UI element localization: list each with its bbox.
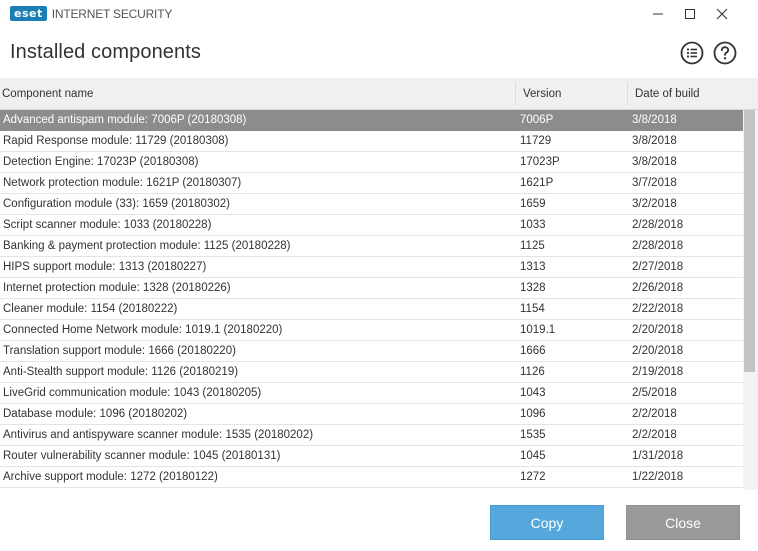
build-date-cell: 3/2/2018	[632, 198, 677, 210]
table-row[interactable]: LiveGrid communication module: 1043 (201…	[0, 383, 743, 404]
build-date-cell: 3/8/2018	[632, 135, 677, 147]
build-date-cell: 3/7/2018	[632, 177, 677, 189]
component-name-cell: Banking & payment protection module: 112…	[3, 240, 291, 252]
scrollbar-thumb[interactable]	[744, 110, 755, 372]
build-date-cell: 2/22/2018	[632, 303, 684, 315]
column-divider[interactable]	[515, 82, 516, 105]
component-name-cell: Database module: 1096 (20180202)	[3, 408, 188, 420]
column-divider[interactable]	[627, 82, 628, 105]
table-row[interactable]: Advanced antispam module: 7006P (2018030…	[0, 110, 743, 131]
table-row[interactable]: Router vulnerability scanner module: 104…	[0, 446, 743, 467]
build-date-cell: 2/2/2018	[632, 429, 677, 441]
component-name-cell: Script scanner module: 1033 (20180228)	[3, 219, 212, 231]
component-name-cell: Translation support module: 1666 (201802…	[3, 345, 236, 357]
version-cell: 17023P	[520, 156, 560, 168]
table-header: Component name Version Date of build	[0, 78, 758, 110]
title-bar: eset INTERNET SECURITY	[0, 0, 758, 28]
version-cell: 1659	[520, 198, 546, 210]
build-date-cell: 2/20/2018	[632, 345, 684, 357]
table-row[interactable]: Rapid Response module: 11729 (20180308) 1…	[0, 131, 743, 152]
close-icon	[716, 8, 728, 20]
component-name-cell: Connected Home Network module: 1019.1 (2…	[3, 324, 283, 336]
help-button[interactable]	[713, 41, 737, 65]
maximize-icon	[685, 9, 695, 19]
version-cell: 7006P	[520, 114, 554, 126]
build-date-cell: 2/28/2018	[632, 219, 684, 231]
column-header-version[interactable]: Version	[523, 88, 561, 100]
table-body: Advanced antispam module: 7006P (2018030…	[0, 110, 743, 488]
version-cell: 1621P	[520, 177, 554, 189]
version-cell: 1045	[520, 450, 546, 462]
version-cell: 1328	[520, 282, 546, 294]
vertical-scrollbar[interactable]	[743, 110, 758, 490]
version-cell: 1666	[520, 345, 546, 357]
column-header-name[interactable]: Component name	[2, 88, 93, 100]
product-name: INTERNET SECURITY	[51, 6, 173, 21]
component-name-cell: HIPS support module: 1313 (20180227)	[3, 261, 207, 273]
app-brand: eset INTERNET SECURITY	[10, 6, 172, 21]
version-cell: 1313	[520, 261, 546, 273]
version-cell: 1033	[520, 219, 546, 231]
build-date-cell: 2/19/2018	[632, 366, 684, 378]
component-name-cell: Internet protection module: 1328 (201802…	[3, 282, 231, 294]
table-row[interactable]: Internet protection module: 1328 (201802…	[0, 278, 743, 299]
table-row[interactable]: Configuration module (33): 1659 (2018030…	[0, 194, 743, 215]
version-cell: 1019.1	[520, 324, 556, 336]
version-cell: 1043	[520, 387, 546, 399]
table-row[interactable]: Cleaner module: 1154 (20180222) 1154 2/22/…	[0, 299, 743, 320]
build-date-cell: 2/27/2018	[632, 261, 684, 273]
close-window-button[interactable]	[707, 2, 737, 26]
page-title: Installed components	[10, 41, 202, 63]
version-cell: 1096	[520, 408, 546, 420]
build-date-cell: 2/20/2018	[632, 324, 684, 336]
table-row[interactable]: Connected Home Network module: 1019.1 (2…	[0, 320, 743, 341]
build-date-cell: 1/22/2018	[632, 471, 684, 483]
version-cell: 1272	[520, 471, 546, 483]
table-row[interactable]: Network protection module: 1621P (201803…	[0, 173, 743, 194]
maximize-button[interactable]	[675, 2, 705, 26]
build-date-cell: 2/5/2018	[632, 387, 677, 399]
build-date-cell: 3/8/2018	[632, 114, 677, 126]
component-name-cell: Router vulnerability scanner module: 104…	[3, 450, 281, 462]
list-icon	[680, 41, 704, 65]
version-cell: 11729	[520, 135, 552, 147]
component-name-cell: Antivirus and antispyware scanner module…	[3, 429, 314, 441]
component-name-cell: LiveGrid communication module: 1043 (201…	[3, 387, 262, 399]
component-name-cell: Advanced antispam module: 7006P (2018030…	[3, 114, 247, 126]
version-cell: 1154	[520, 303, 545, 315]
component-name-cell: Cleaner module: 1154 (20180222)	[3, 303, 178, 315]
table-row[interactable]: Anti-Stealth support module: 1126 (20180…	[0, 362, 743, 383]
table-row[interactable]: Detection Engine: 17023P (20180308) 17023…	[0, 152, 743, 173]
component-name-cell: Configuration module (33): 1659 (2018030…	[3, 198, 230, 210]
help-icon	[713, 41, 737, 65]
table-row[interactable]: HIPS support module: 1313 (20180227) 1313…	[0, 257, 743, 278]
build-date-cell: 2/26/2018	[632, 282, 684, 294]
build-date-cell: 3/8/2018	[632, 156, 677, 168]
table-row[interactable]: Script scanner module: 1033 (20180228) 10…	[0, 215, 743, 236]
eset-logo: eset	[10, 6, 47, 21]
list-view-button[interactable]	[680, 41, 704, 65]
component-name-cell: Rapid Response module: 11729 (20180308)	[3, 135, 229, 147]
close-button[interactable]: Close	[626, 505, 740, 540]
version-cell: 1125	[520, 240, 545, 252]
component-name-cell: Anti-Stealth support module: 1126 (20180…	[3, 366, 239, 378]
version-cell: 1126	[520, 366, 545, 378]
version-cell: 1535	[520, 429, 546, 441]
column-header-date[interactable]: Date of build	[635, 88, 700, 100]
build-date-cell: 1/31/2018	[632, 450, 684, 462]
component-name-cell: Network protection module: 1621P (201803…	[3, 177, 242, 189]
table-row[interactable]: Translation support module: 1666 (201802…	[0, 341, 743, 362]
table-row[interactable]: Antivirus and antispyware scanner module…	[0, 425, 743, 446]
table-row[interactable]: Archive support module: 1272 (20180122) 1…	[0, 467, 743, 488]
table-row[interactable]: Banking & payment protection module: 112…	[0, 236, 743, 257]
minimize-icon	[653, 13, 663, 15]
component-name-cell: Archive support module: 1272 (20180122)	[3, 471, 218, 483]
copy-button[interactable]: Copy	[490, 505, 604, 540]
component-name-cell: Detection Engine: 17023P (20180308)	[3, 156, 199, 168]
minimize-button[interactable]	[643, 2, 673, 26]
components-table: Component name Version Date of build Adv…	[0, 78, 758, 490]
build-date-cell: 2/2/2018	[632, 408, 677, 420]
build-date-cell: 2/28/2018	[632, 240, 684, 252]
table-row[interactable]: Database module: 1096 (20180202) 1096 2/2/…	[0, 404, 743, 425]
